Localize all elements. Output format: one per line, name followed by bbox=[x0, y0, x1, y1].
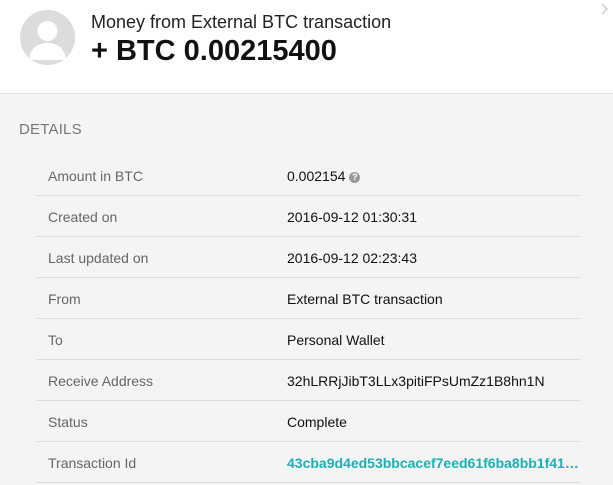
transaction-title: Money from External BTC transaction bbox=[91, 12, 392, 32]
detail-row-updated: Last updated on 2016-09-12 02:23:43 bbox=[36, 237, 581, 278]
detail-value: 0.002154 bbox=[287, 168, 346, 184]
detail-value: 2016-09-12 01:30:31 bbox=[287, 209, 417, 225]
close-icon[interactable] bbox=[599, 2, 613, 16]
details-list: Amount in BTC 0.002154? Created on 2016-… bbox=[36, 155, 581, 483]
detail-label: Amount in BTC bbox=[48, 168, 143, 184]
detail-label: To bbox=[48, 332, 63, 348]
detail-row-amount: Amount in BTC 0.002154? bbox=[36, 155, 581, 196]
detail-label: From bbox=[48, 291, 81, 307]
detail-value: Complete bbox=[287, 414, 347, 430]
detail-value: 2016-09-12 02:23:43 bbox=[287, 250, 417, 266]
detail-label: Transaction Id bbox=[48, 455, 137, 471]
detail-value: Personal Wallet bbox=[287, 332, 385, 348]
detail-row-transaction-id: Transaction Id 43cba9d4ed53bbcacef7eed61… bbox=[36, 442, 581, 483]
transaction-header: Money from External BTC transaction + BT… bbox=[0, 0, 613, 94]
details-heading: DETAILS bbox=[19, 121, 82, 138]
user-silhouette-icon bbox=[20, 10, 75, 65]
transaction-id-link[interactable]: 43cba9d4ed53bbcacef7eed61f6ba8bb1f412d0 bbox=[287, 455, 581, 471]
detail-value: 32hLRRjJibT3LLx3pitiFPsUmZz1B8hn1N bbox=[287, 373, 545, 389]
detail-label: Created on bbox=[48, 209, 118, 225]
detail-label: Status bbox=[48, 414, 88, 430]
detail-value: External BTC transaction bbox=[287, 291, 443, 307]
detail-label: Last updated on bbox=[48, 250, 149, 266]
detail-row-created: Created on 2016-09-12 01:30:31 bbox=[36, 196, 581, 237]
avatar bbox=[20, 10, 75, 65]
detail-label: Receive Address bbox=[48, 373, 154, 389]
detail-row-from: From External BTC transaction bbox=[36, 278, 581, 319]
detail-row-status: Status Complete bbox=[36, 401, 581, 442]
detail-row-to: To Personal Wallet bbox=[36, 319, 581, 360]
transaction-amount: + BTC 0.00215400 bbox=[91, 35, 337, 67]
help-icon[interactable]: ? bbox=[349, 172, 361, 183]
detail-row-receive-address: Receive Address 32hLRRjJibT3LLx3pitiFPsU… bbox=[36, 360, 581, 401]
